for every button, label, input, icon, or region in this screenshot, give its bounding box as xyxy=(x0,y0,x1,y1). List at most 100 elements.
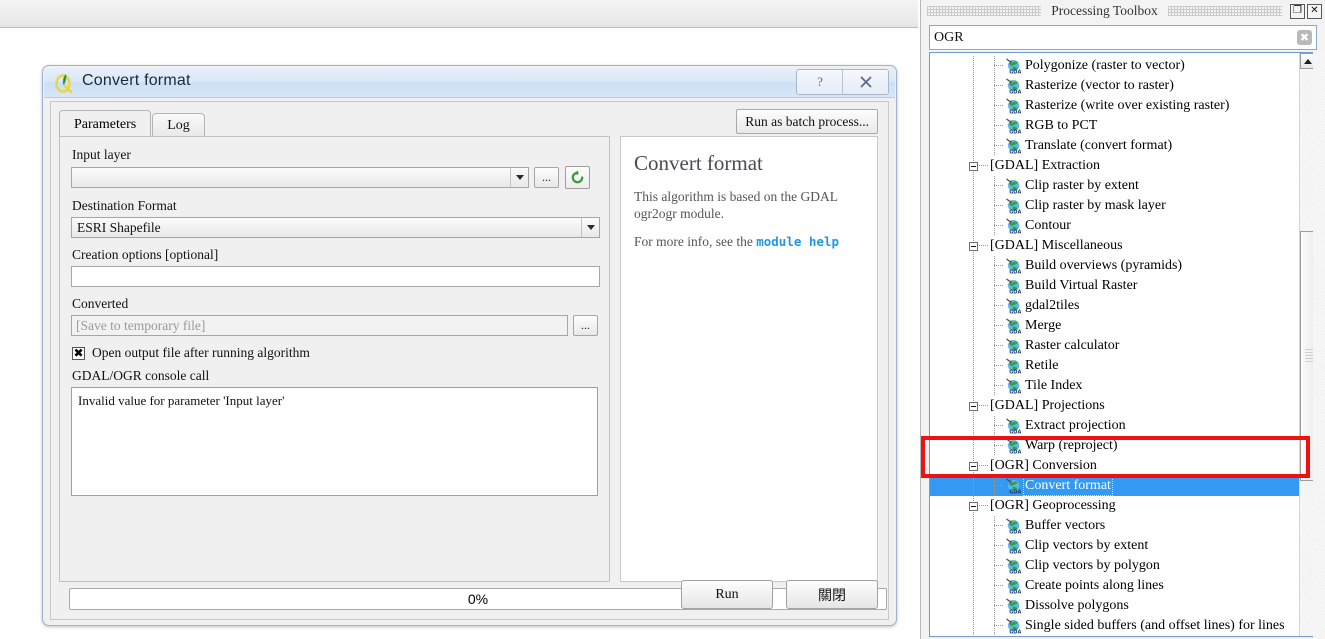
convert-format-dialog: Convert format ? Parameters Log Run as b… xyxy=(42,65,897,626)
tree-algorithm-label: Merge xyxy=(1025,318,1062,333)
gdal-icon: GDAL xyxy=(1005,78,1025,95)
tree-group-label: [OGR] Geoprocessing xyxy=(990,498,1116,513)
tree-algorithm-label: Buffer vectors xyxy=(1025,518,1106,533)
expander-icon[interactable] xyxy=(969,462,978,471)
tree-algorithm-label: Dissolve polygons xyxy=(1025,598,1129,613)
gdal-icon: GDAL xyxy=(1005,358,1025,375)
tree-algorithm-row[interactable]: GDALConvert format xyxy=(930,476,1301,496)
tree-algorithm-label: Rasterize (vector to raster) xyxy=(1025,78,1174,93)
tree-algorithm-row[interactable]: GDAL Create points along lines xyxy=(930,576,1301,596)
tree-algorithm-row[interactable]: GDAL Translate (convert format) xyxy=(930,136,1301,156)
tree-group-row[interactable]: [OGR] Miscellaneous xyxy=(930,636,1301,637)
input-layer-browse-button[interactable]: ... xyxy=(534,167,559,188)
tree-algorithm-row[interactable]: GDAL RGB to PCT xyxy=(930,116,1301,136)
run-as-batch-button[interactable]: Run as batch process... xyxy=(736,109,878,134)
tree-algorithm-row[interactable]: GDAL Build overviews (pyramids) xyxy=(930,256,1301,276)
tree-group-row[interactable]: [GDAL] Projections xyxy=(930,396,1301,416)
gdal-icon: GDAL xyxy=(1005,118,1025,135)
help-title: Convert format xyxy=(634,151,763,175)
tree-group-label: [OGR] Conversion xyxy=(990,458,1097,473)
tree-algorithm-row[interactable]: GDAL Contour xyxy=(930,216,1301,236)
search-box[interactable]: OGR ✖ xyxy=(929,25,1317,50)
converted-output-input[interactable]: [Save to temporary file] xyxy=(71,315,569,336)
processing-toolbox-header: Processing Toolbox ❐ ✕ xyxy=(921,0,1325,22)
tree-group-row[interactable]: [OGR] Conversion xyxy=(930,456,1301,476)
tree-algorithm-row[interactable]: GDAL Retile xyxy=(930,356,1301,376)
dock-grip-right[interactable] xyxy=(1167,6,1282,16)
expander-icon[interactable] xyxy=(969,242,978,251)
tree-algorithm-row[interactable]: GDAL Build Virtual Raster xyxy=(930,276,1301,296)
close-dialog-button[interactable]: 關閉 xyxy=(786,580,878,609)
gdal-icon: GDAL xyxy=(1005,538,1025,555)
help-paragraph-1: This algorithm is based on the GDAL ogr2… xyxy=(634,189,838,221)
tree-algorithm-row[interactable]: GDAL Clip raster by extent xyxy=(930,176,1301,196)
gdal-icon: GDAL xyxy=(1005,138,1025,155)
algorithm-tree[interactable]: GDAL Polygonize (raster to vector) GDAL Ras… xyxy=(930,56,1301,637)
float-icon: ❐ xyxy=(1293,5,1302,16)
tree-algorithm-row[interactable]: GDAL Buffer vectors xyxy=(930,516,1301,536)
open-output-checkbox-row[interactable]: ✖ Open output file after running algorit… xyxy=(72,345,598,361)
tree-algorithm-row[interactable]: GDAL Warp (reproject) xyxy=(930,436,1301,456)
gdal-icon: GDAL xyxy=(1005,98,1025,115)
dock-buttons: ❐ ✕ xyxy=(1288,3,1322,19)
dock-grip-left[interactable] xyxy=(927,6,1042,16)
panel-outer-scroll-track[interactable] xyxy=(1313,52,1325,639)
tree-group-label: [GDAL] Miscellaneous xyxy=(990,238,1123,253)
tree-algorithm-label: Build Virtual Raster xyxy=(1025,278,1138,293)
tree-group-row[interactable]: [GDAL] Miscellaneous xyxy=(930,236,1301,256)
tree-algorithm-label: gdal2tiles xyxy=(1025,298,1080,313)
float-panel-button[interactable]: ❐ xyxy=(1290,3,1305,19)
tree-algorithm-label: Single sided buffers (and offset lines) … xyxy=(1025,618,1285,633)
run-button[interactable]: Run xyxy=(681,580,773,609)
input-layer-combo[interactable] xyxy=(71,167,529,188)
algorithm-tree-container: GDAL Polygonize (raster to vector) GDAL Ras… xyxy=(929,52,1317,637)
dialog-titlebar[interactable]: Convert format ? xyxy=(44,67,895,98)
creation-options-label: Creation options [optional] xyxy=(72,247,219,262)
tree-algorithm-row[interactable]: GDAL Rasterize (vector to raster) xyxy=(930,76,1301,96)
tree-algorithm-row[interactable]: GDAL Polygonize (raster to vector) xyxy=(930,56,1301,76)
tree-algorithm-row[interactable]: GDAL Clip vectors by polygon xyxy=(930,556,1301,576)
tree-algorithm-row[interactable]: GDAL Single sided buffers (and offset lin… xyxy=(930,616,1301,636)
svg-text:GDAL: GDAL xyxy=(1009,209,1021,214)
svg-text:GDAL: GDAL xyxy=(1009,589,1021,594)
gdal-icon: GDAL xyxy=(1005,618,1025,635)
creation-options-input[interactable] xyxy=(71,266,600,287)
tree-algorithm-row[interactable]: GDAL Raster calculator xyxy=(930,336,1301,356)
expander-icon[interactable] xyxy=(969,162,978,171)
help-button[interactable]: ? xyxy=(797,70,842,94)
console-call-textarea[interactable]: Invalid value for parameter 'Input layer… xyxy=(71,387,598,496)
tree-algorithm-row[interactable]: GDAL Tile Index xyxy=(930,376,1301,396)
converted-output-placeholder: [Save to temporary file] xyxy=(76,317,206,333)
close-button[interactable] xyxy=(842,70,888,94)
svg-text:GDAL: GDAL xyxy=(1009,69,1021,74)
tree-algorithm-row[interactable]: GDAL Clip vectors by extent xyxy=(930,536,1301,556)
search-input[interactable]: OGR xyxy=(934,30,1297,46)
close-panel-button[interactable]: ✕ xyxy=(1307,3,1322,19)
svg-text:GDAL: GDAL xyxy=(1009,109,1021,114)
clear-search-icon[interactable]: ✖ xyxy=(1297,30,1312,45)
converted-browse-button[interactable]: ... xyxy=(573,315,598,336)
tree-algorithm-row[interactable]: GDAL Merge xyxy=(930,316,1301,336)
tree-algorithm-row[interactable]: GDAL Extract projection xyxy=(930,416,1301,436)
expander-icon[interactable] xyxy=(969,402,978,411)
input-layer-refresh-button[interactable] xyxy=(565,166,590,189)
svg-text:GDAL: GDAL xyxy=(1009,629,1021,634)
destination-format-combo[interactable]: ESRI Shapefile xyxy=(71,217,600,238)
tree-algorithm-row[interactable]: GDAL Dissolve polygons xyxy=(930,596,1301,616)
svg-text:GDAL: GDAL xyxy=(1009,269,1021,274)
gdal-icon: GDAL xyxy=(1005,558,1025,575)
tree-algorithm-row[interactable]: GDAL Clip raster by mask layer xyxy=(930,196,1301,216)
tree-group-row[interactable]: [GDAL] Extraction xyxy=(930,156,1301,176)
tab-parameters[interactable]: Parameters xyxy=(59,110,152,138)
svg-text:GDAL: GDAL xyxy=(1009,549,1021,554)
expander-icon[interactable] xyxy=(969,502,978,511)
help-paragraph-2-prefix: For more info, see the xyxy=(634,234,757,249)
svg-text:GDAL: GDAL xyxy=(1009,489,1021,494)
tab-log[interactable]: Log xyxy=(152,113,205,138)
tree-algorithm-row[interactable]: GDAL gdal2tiles xyxy=(930,296,1301,316)
svg-text:GDAL: GDAL xyxy=(1009,569,1021,574)
tree-algorithm-row[interactable]: GDAL Rasterize (write over existing raste… xyxy=(930,96,1301,116)
tree-group-row[interactable]: [OGR] Geoprocessing xyxy=(930,496,1301,516)
open-output-checkbox[interactable]: ✖ xyxy=(72,346,85,360)
module-help-link[interactable]: module help xyxy=(756,234,839,249)
